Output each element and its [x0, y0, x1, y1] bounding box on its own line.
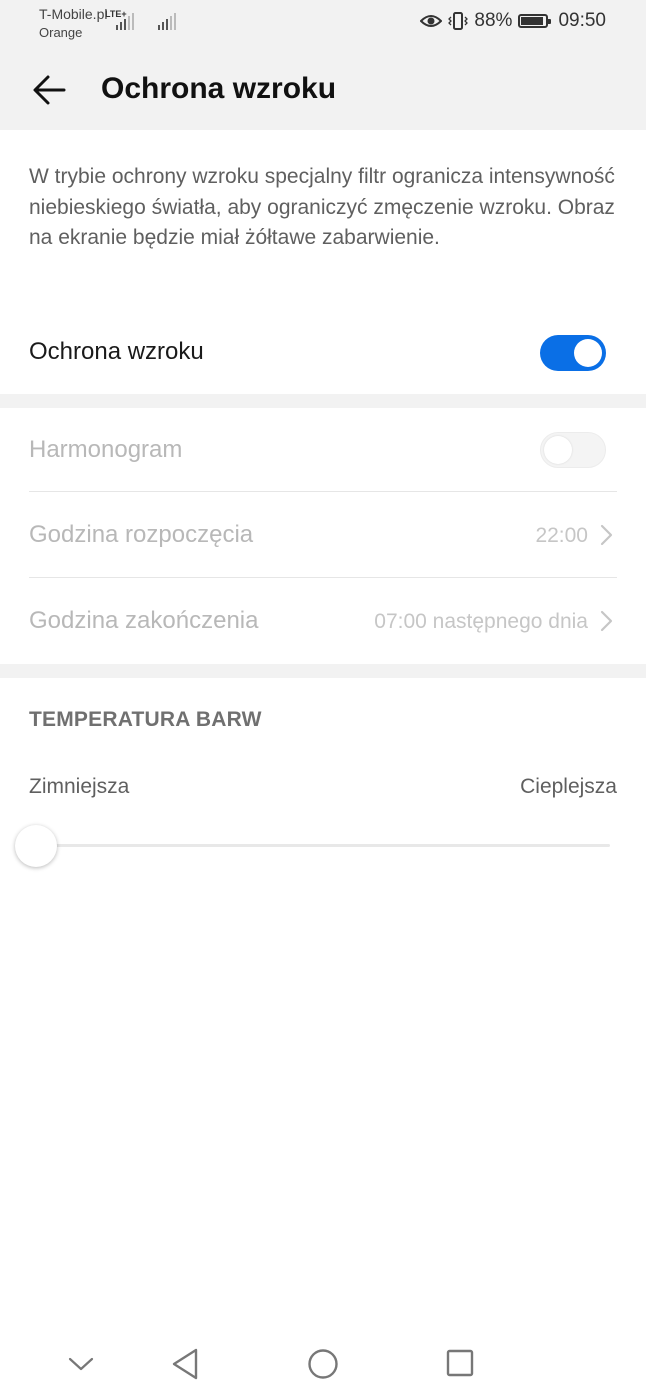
color-temperature-card: TEMPERATURA BARW Zimniejsza Cieplejsza	[0, 678, 646, 1400]
back-arrow-icon[interactable]	[30, 70, 70, 110]
eye-comfort-toggle[interactable]	[540, 335, 606, 371]
cooler-label: Zimniejsza	[29, 775, 130, 798]
back-triangle-icon[interactable]	[170, 1348, 200, 1380]
home-circle-icon[interactable]	[307, 1348, 339, 1380]
carrier-name-primary: T-Mobile.pl	[39, 6, 108, 22]
divider	[29, 577, 617, 578]
section-title: TEMPERATURA BARW	[29, 708, 262, 731]
chevron-right-icon	[600, 524, 613, 546]
battery-percent: 88%	[474, 10, 513, 31]
divider	[29, 491, 617, 492]
warmer-label: Cieplejsza	[520, 775, 617, 798]
signal-icon-secondary	[158, 12, 176, 30]
navigation-bar	[0, 1330, 646, 1400]
start-time-value: 22:00	[535, 524, 588, 547]
page-title: Ochrona wzroku	[101, 72, 337, 105]
toggle-knob	[544, 436, 572, 464]
chevron-down-icon[interactable]	[68, 1356, 94, 1372]
battery-icon	[518, 14, 552, 28]
eye-icon	[420, 15, 443, 27]
end-time-label: Godzina zakończenia	[29, 607, 259, 634]
carrier-name-secondary: Orange	[39, 25, 83, 40]
end-time-value: 07:00 następnego dnia	[374, 610, 588, 633]
eye-comfort-description: W trybie ochrony wzroku specjalny filtr …	[29, 165, 615, 249]
status-indicators: 88% 09:50	[420, 10, 606, 32]
status-bar: T-Mobile.pl Orange LTE+ 88% 09:50	[0, 0, 646, 50]
color-temperature-slider-track[interactable]	[40, 844, 610, 847]
signal-icon	[116, 12, 134, 30]
recents-square-icon[interactable]	[446, 1348, 474, 1378]
app-bar: Ochrona wzroku	[0, 50, 646, 130]
color-temperature-slider-thumb[interactable]	[15, 825, 57, 867]
schedule-label: Harmonogram	[29, 436, 183, 463]
eye-comfort-card: W trybie ochrony wzroku specjalny filtr …	[0, 130, 646, 394]
eye-comfort-label: Ochrona wzroku	[29, 338, 204, 365]
clock: 09:50	[558, 10, 606, 31]
toggle-knob	[574, 339, 602, 367]
chevron-right-icon	[600, 610, 613, 632]
schedule-card: Harmonogram Godzina rozpoczęcia 22:00 Go…	[0, 408, 646, 664]
start-time-label: Godzina rozpoczęcia	[29, 521, 254, 548]
schedule-toggle[interactable]	[540, 432, 606, 468]
vibrate-icon	[448, 11, 469, 31]
